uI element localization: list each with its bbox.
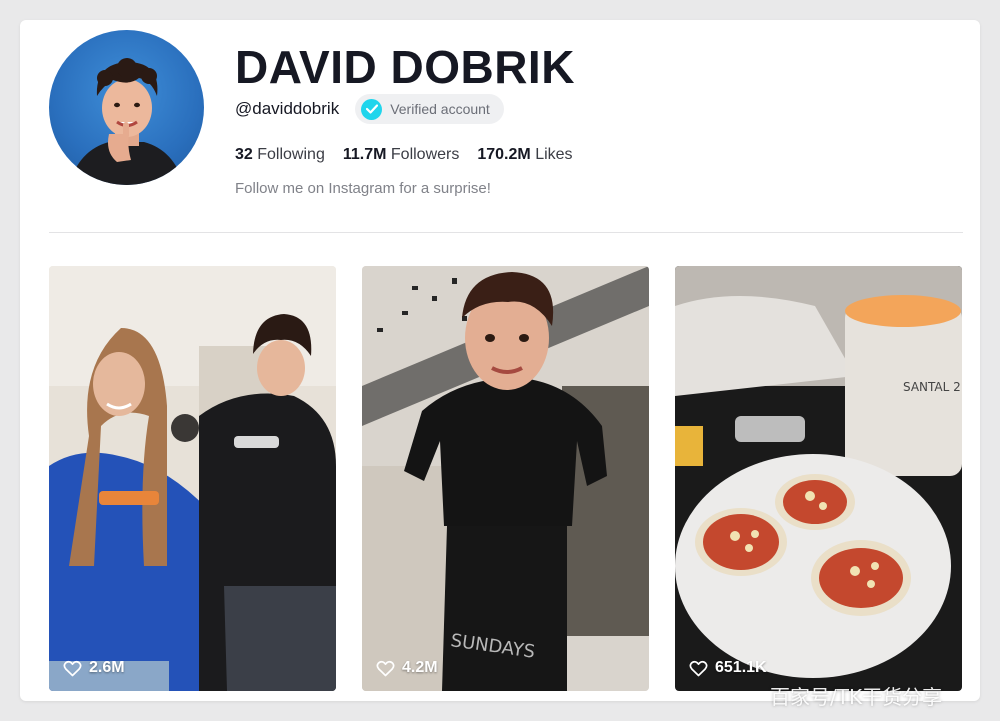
video-thumbnail-1[interactable]: 2.6M <box>49 266 336 691</box>
profile-avatar[interactable] <box>49 30 204 185</box>
stat-following-value: 32 <box>235 146 253 163</box>
profile-card: DAVID DOBRIK @daviddobrik Verified accou… <box>20 20 980 701</box>
video-likes-count-3: 651.1K <box>715 659 767 676</box>
divider <box>49 232 963 233</box>
stat-following-label: Following <box>257 146 325 163</box>
watermark-text: 百家号/TK干货分享 <box>770 685 943 709</box>
profile-handle: @daviddobrik <box>235 99 340 118</box>
profile-stats: 32 Following 11.7M Followers 170.2M Like… <box>235 146 573 164</box>
video-likes-count-2: 4.2M <box>402 659 438 676</box>
video-thumbnail-2[interactable]: SUNDAYS 4.2M <box>362 266 649 691</box>
video-thumbnail-image-3: SANTAL 2 <box>675 266 962 691</box>
stat-likes-value: 170.2M <box>477 146 531 163</box>
video-likes-count-1: 2.6M <box>89 659 125 676</box>
heart-outline-icon <box>689 660 708 676</box>
video-likes-2: 4.2M <box>376 659 438 677</box>
heart-outline-icon <box>63 660 82 676</box>
stat-followers[interactable]: 11.7M Followers <box>343 146 460 164</box>
heart-outline-icon <box>376 660 395 676</box>
svg-text:SANTAL 2: SANTAL 2 <box>903 380 961 394</box>
stat-followers-label: Followers <box>390 146 460 163</box>
avatar-image <box>69 58 184 185</box>
stat-likes-label: Likes <box>535 146 573 163</box>
stat-followers-value: 11.7M <box>342 146 387 163</box>
verified-badge: Verified account <box>355 94 504 124</box>
profile-display-name: DAVID DOBRIK <box>235 41 575 93</box>
video-thumbnail-3[interactable]: SANTAL 2 651.1K <box>675 266 962 691</box>
video-thumbnail-image-1 <box>49 266 336 691</box>
video-likes-1: 2.6M <box>63 659 125 677</box>
video-thumbnail-image-2: SUNDAYS <box>362 266 649 691</box>
stat-likes: 170.2M Likes <box>477 146 572 164</box>
verified-label: Verified account <box>390 101 490 117</box>
video-likes-3: 651.1K <box>689 659 767 677</box>
profile-bio: Follow me on Instagram for a surprise! <box>235 180 491 197</box>
handle-row: @daviddobrik Verified account <box>235 92 504 126</box>
checkmark-icon <box>361 98 383 120</box>
stat-following[interactable]: 32 Following <box>235 146 325 164</box>
